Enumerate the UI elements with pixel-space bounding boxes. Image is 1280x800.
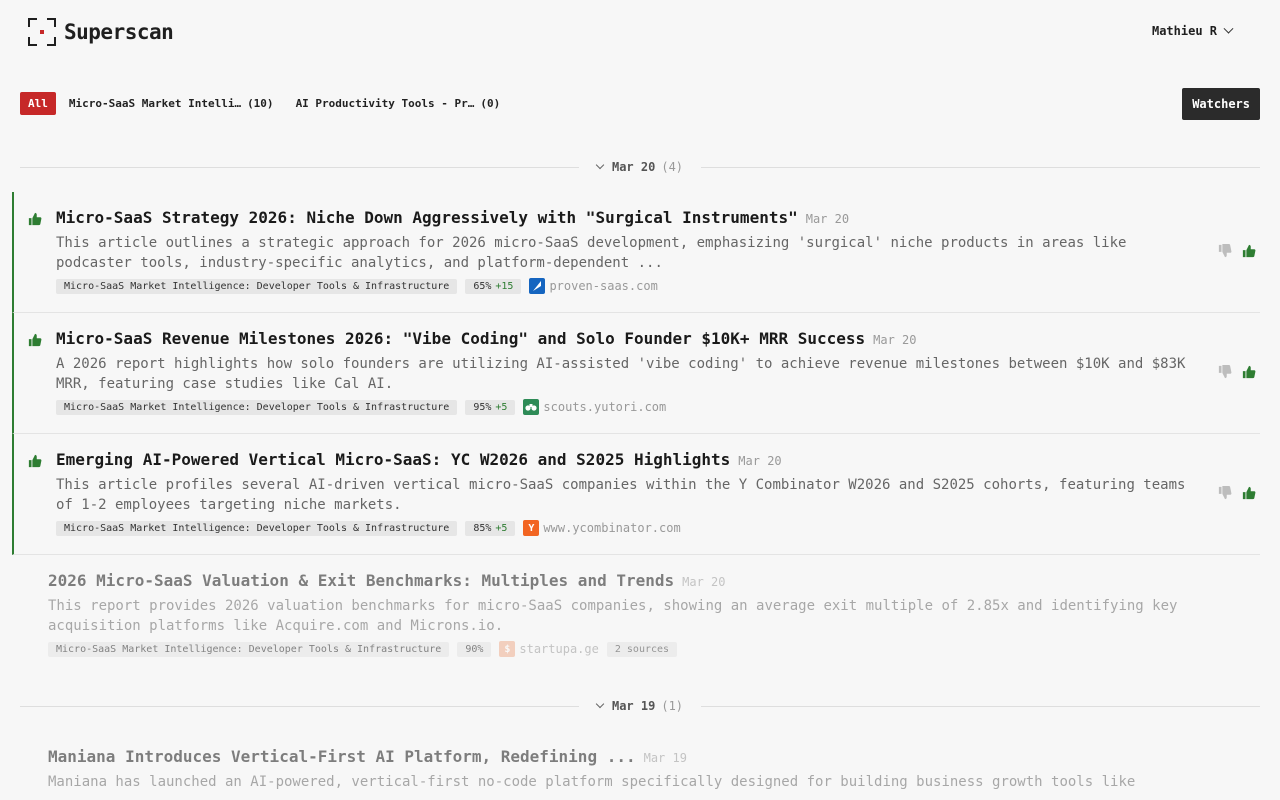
thumbs-up-icon [28,454,42,468]
day-count: (4) [661,160,684,174]
chevron-down-icon [595,160,605,170]
filter-count: (10) [247,97,274,110]
day-toggle[interactable]: Mar 20 (4) [579,160,701,174]
thumbs-up-icon [28,212,42,226]
article-card[interactable]: Micro-SaaS Revenue Milestones 2026: "Vib… [12,313,1260,434]
thumbs-up-icon [28,333,42,347]
score-delta: +15 [495,280,514,292]
filter-all[interactable]: All [20,92,56,115]
filter-ai-productivity[interactable]: AI Productivity Tools - Pr… (0) [296,97,501,110]
filter-bar: All Micro-SaaS Market Intelli… (10) AI P… [20,92,500,115]
thumbs-up-icon[interactable] [1242,365,1256,379]
app-logo[interactable]: Superscan [28,18,174,46]
thumbs-up-icon[interactable] [1242,486,1256,500]
filter-count: (0) [480,97,501,110]
user-menu[interactable]: Mathieu R [1151,23,1234,38]
filter-micro-saas[interactable]: Micro-SaaS Market Intelli… (10) [69,97,274,110]
day-count: (1) [661,699,684,713]
binoculars-favicon-icon [523,399,540,415]
relevance-score: 85% +5 [465,520,516,536]
source-domain: proven-saas.com [549,279,658,293]
thumbs-down-icon[interactable] [1218,365,1232,379]
day-label: Mar 20 [611,160,656,174]
relevance-score: 65% +15 [465,278,522,294]
article-summary: Maniana has launched an AI-powered, vert… [48,774,1136,790]
watcher-tag[interactable]: Micro-SaaS Market Intelligence: Develope… [56,399,458,415]
article-date: Mar 20 [873,333,917,347]
article-summary: This article profiles several AI-driven … [56,477,1186,513]
score-value: 90% [465,643,484,655]
scan-logo-icon [28,18,56,46]
thumbs-up-icon[interactable] [1242,244,1256,258]
article-source[interactable]: scouts.yutori.com [523,399,666,415]
day-label: Mar 19 [611,699,656,713]
score-value: 85% [473,522,492,534]
relevance-score: 90% [457,641,492,657]
score-value: 65% [473,280,492,292]
article-source[interactable]: $ startupa.ge [499,641,599,657]
article-card[interactable]: Micro-SaaS Strategy 2026: Niche Down Agg… [12,192,1260,313]
article-source[interactable]: proven-saas.com [529,278,658,294]
article-date: Mar 20 [738,454,782,468]
article-summary: A 2026 report highlights how solo founde… [56,356,1186,392]
article-title[interactable]: 2026 Micro-SaaS Valuation & Exit Benchma… [48,571,674,590]
relevance-score: 95% +5 [465,399,516,415]
article-title[interactable]: Micro-SaaS Revenue Milestones 2026: "Vib… [56,329,865,348]
app-name: Superscan [64,20,174,44]
article-summary: This article outlines a strategic approa… [56,235,1127,271]
article-date: Mar 20 [805,212,850,226]
startupage-favicon-icon: $ [499,641,516,657]
score-delta: +5 [495,522,508,534]
source-domain: scouts.yutori.com [543,400,667,414]
filter-label: Micro-SaaS Market Intelli… [68,97,242,110]
chevron-down-icon [1223,23,1234,34]
chevron-down-icon [595,699,605,709]
day-divider: Mar 20 (4) [20,157,1261,177]
score-value: 95% [473,401,492,413]
article-card[interactable]: Maniana Introduces Vertical-First AI Pla… [6,731,1254,800]
article-card[interactable]: 2026 Micro-SaaS Valuation & Exit Benchma… [6,555,1254,666]
article-source[interactable]: Y www.ycombinator.com [523,520,681,536]
article-title[interactable]: Maniana Introduces Vertical-First AI Pla… [48,747,636,766]
article-date: Mar 19 [643,751,687,765]
ycombinator-favicon-icon: Y [523,520,540,536]
source-domain: startupa.ge [519,642,599,656]
proven-saas-favicon-icon [529,278,546,294]
article-title[interactable]: Micro-SaaS Strategy 2026: Niche Down Agg… [56,208,798,227]
day-toggle[interactable]: Mar 19 (1) [579,699,701,713]
thumbs-down-icon[interactable] [1218,486,1232,500]
watcher-tag[interactable]: Micro-SaaS Market Intelligence: Develope… [56,520,458,536]
sources-count-badge[interactable]: 2 sources [606,641,678,657]
thumbs-down-icon[interactable] [1218,244,1232,258]
source-domain: www.ycombinator.com [543,521,681,535]
watcher-tag[interactable]: Micro-SaaS Market Intelligence: Develope… [48,641,450,657]
header: Superscan Mathieu R [0,0,1280,64]
article-card[interactable]: Emerging AI-Powered Vertical Micro-SaaS:… [12,434,1260,555]
article-title[interactable]: Emerging AI-Powered Vertical Micro-SaaS:… [56,450,730,469]
watchers-button[interactable]: Watchers [1182,88,1260,120]
day-divider: Mar 19 (1) [20,696,1261,716]
filter-label: AI Productivity Tools - Pr… [295,97,475,110]
article-summary: This report provides 2026 valuation benc… [48,598,1178,634]
user-name: Mathieu R [1151,24,1217,38]
article-date: Mar 20 [682,575,726,589]
watcher-tag[interactable]: Micro-SaaS Market Intelligence: Develope… [56,278,458,294]
score-delta: +5 [495,401,508,413]
